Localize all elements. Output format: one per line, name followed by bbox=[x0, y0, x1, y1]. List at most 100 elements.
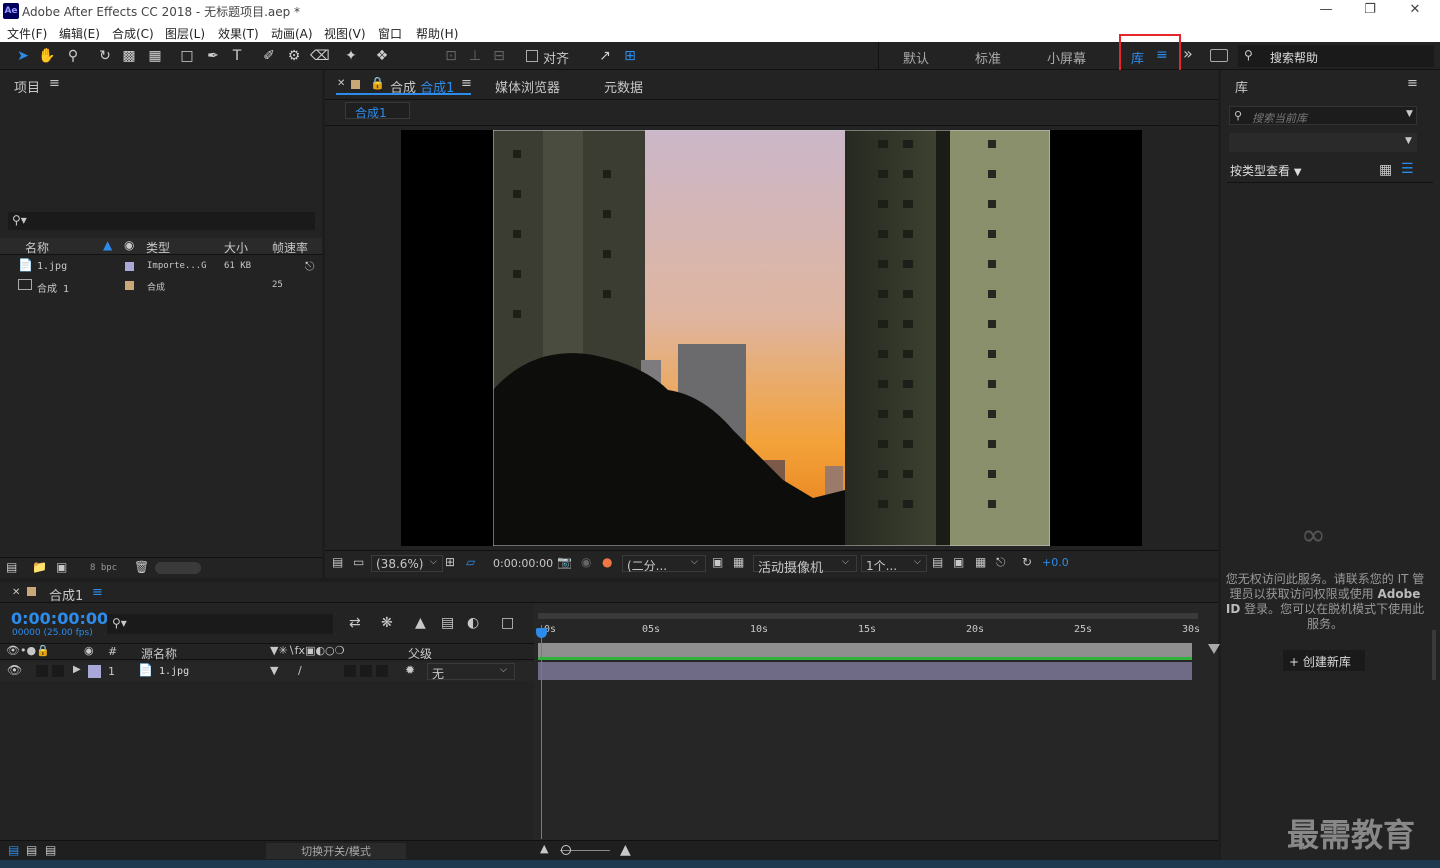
rectangle-tool-icon[interactable]: □ bbox=[178, 47, 196, 65]
comp-breadcrumb[interactable]: 合成1 bbox=[345, 102, 410, 120]
zoom-slider-thumb[interactable] bbox=[561, 845, 571, 855]
timeline-icon[interactable]: ▦ bbox=[975, 555, 986, 569]
panel-menu-icon[interactable]: ≡ bbox=[49, 76, 60, 91]
library-scrollbar[interactable] bbox=[1432, 630, 1436, 680]
col-parent[interactable]: 父级 bbox=[408, 645, 432, 662]
toggle-pixel-aspect-icon[interactable]: ▤ bbox=[932, 555, 943, 569]
thumbnail-slider[interactable] bbox=[155, 562, 201, 574]
3d-toggle[interactable] bbox=[376, 665, 388, 677]
help-search-input[interactable]: ⚲ 搜索帮助 bbox=[1238, 45, 1434, 67]
comp-viewer[interactable] bbox=[401, 130, 1142, 546]
menu-file[interactable]: 文件(F) bbox=[7, 25, 47, 42]
workspace-small-screen[interactable]: 小屏幕 bbox=[1047, 48, 1086, 67]
clone-stamp-tool-icon[interactable]: ⚙ bbox=[285, 47, 303, 65]
layer-label-color[interactable] bbox=[88, 665, 101, 678]
current-time-indicator[interactable] bbox=[541, 625, 542, 839]
mask-visibility-icon[interactable]: ▱ bbox=[466, 555, 475, 569]
snap-icon[interactable]: ↗ bbox=[596, 47, 614, 65]
sort-ascending-icon[interactable]: ▲ bbox=[103, 238, 112, 252]
menu-effect[interactable]: 效果(T) bbox=[218, 25, 259, 42]
puppet-pin-tool-icon[interactable]: ❖ bbox=[373, 47, 391, 65]
layer-row[interactable]: 👁 ▶ 1 📄 1.jpg ▼ ∕ ✹ 无 ⌵ bbox=[0, 662, 534, 681]
chevron-down-icon[interactable]: ▼ bbox=[1406, 109, 1413, 119]
grid-view-icon[interactable]: ▦ bbox=[1379, 162, 1392, 178]
tab-media-browser[interactable]: 媒体浏览器 bbox=[495, 77, 560, 96]
zoom-dropdown[interactable]: (38.6%) ⌵ bbox=[371, 555, 443, 572]
tab-metadata[interactable]: 元数据 bbox=[604, 77, 643, 96]
selection-tool-icon[interactable]: ➤ bbox=[14, 47, 32, 65]
monitor-icon[interactable]: ▭ bbox=[353, 555, 364, 569]
shy-layers-icon[interactable]: ▲ bbox=[415, 615, 426, 631]
exposure-value[interactable]: +0.0 bbox=[1042, 556, 1069, 569]
adjustment-toggle[interactable] bbox=[360, 665, 372, 677]
rotate-tool-icon[interactable]: ↻ bbox=[96, 47, 114, 65]
trash-icon[interactable]: 🗑 bbox=[134, 560, 149, 574]
camera-tool-icon[interactable]: ▩ bbox=[120, 47, 138, 65]
current-time[interactable]: 0:00:00:00 bbox=[493, 557, 553, 570]
col-type[interactable]: 类型 bbox=[146, 239, 170, 256]
workspace-menu-icon[interactable]: ≡ bbox=[1156, 47, 1168, 63]
interpret-footage-icon[interactable]: ▤ bbox=[6, 560, 17, 574]
col-name[interactable]: 名称 bbox=[25, 239, 49, 256]
flowchart-icon[interactable]: ⎋ bbox=[305, 259, 315, 274]
close-tab-icon[interactable]: ✕ bbox=[337, 78, 345, 89]
expand-arrow-icon[interactable]: ▶ bbox=[73, 664, 81, 675]
region-of-interest-icon[interactable]: ▣ bbox=[712, 555, 723, 569]
text-tool-icon[interactable]: T bbox=[228, 47, 246, 65]
brush-tool-icon[interactable]: ✐ bbox=[260, 47, 278, 65]
label-color[interactable] bbox=[125, 281, 134, 290]
workspace-standard[interactable]: 标准 bbox=[975, 48, 1001, 67]
time-stretch-icon[interactable]: ▤ bbox=[45, 843, 56, 857]
roto-brush-tool-icon[interactable]: ✦ bbox=[342, 47, 360, 65]
motion-blur-toggle[interactable] bbox=[344, 665, 356, 677]
library-search-input[interactable]: ⚲ 搜索当前库 ▼ bbox=[1229, 106, 1417, 125]
view-axis-icon[interactable]: ⊟ bbox=[490, 47, 508, 65]
zoom-out-icon[interactable]: ▲ bbox=[540, 842, 548, 855]
menu-help[interactable]: 帮助(H) bbox=[416, 25, 458, 42]
reset-exposure-icon[interactable]: ↻ bbox=[1022, 555, 1032, 569]
toggle-switches-modes[interactable]: 切换开关/模式 bbox=[266, 843, 406, 859]
menu-animation[interactable]: 动画(A) bbox=[271, 25, 313, 42]
project-row[interactable]: 合成 1 合成 25 bbox=[0, 277, 322, 295]
menu-view[interactable]: 视图(V) bbox=[324, 25, 366, 42]
audio-toggle[interactable] bbox=[36, 665, 48, 677]
menu-layer[interactable]: 图层(L) bbox=[165, 25, 205, 42]
new-folder-icon[interactable]: 📁 bbox=[32, 560, 47, 574]
always-preview-icon[interactable]: ▤ bbox=[332, 555, 343, 569]
col-size[interactable]: 大小 bbox=[224, 239, 248, 256]
bit-depth-button[interactable]: 8 bpc bbox=[90, 563, 117, 573]
parent-dropdown[interactable]: 无 ⌵ bbox=[427, 663, 515, 681]
project-row[interactable]: 📄 1.jpg Importe...G 61 KB ⎋ bbox=[0, 258, 322, 276]
comp-marker-icon[interactable] bbox=[1208, 644, 1220, 654]
list-view-icon[interactable]: ☰ bbox=[1401, 161, 1414, 177]
shy-switch-icon[interactable]: ▼ bbox=[270, 664, 278, 677]
pan-behind-tool-icon[interactable]: ▦ bbox=[146, 47, 164, 65]
panel-menu-icon[interactable]: ≡ bbox=[1407, 76, 1418, 91]
draft-3d-icon[interactable]: ❋ bbox=[381, 615, 393, 631]
align-checkbox[interactable] bbox=[526, 50, 538, 62]
local-axis-icon[interactable]: ⊡ bbox=[442, 47, 460, 65]
close-tab-icon[interactable]: ✕ bbox=[12, 587, 20, 598]
label-color[interactable] bbox=[125, 262, 134, 271]
timeline-search-input[interactable]: ⚲▾ bbox=[107, 614, 333, 634]
safe-margins-icon[interactable]: ⊞ bbox=[445, 555, 455, 569]
more-workspaces-icon[interactable]: » bbox=[1183, 44, 1193, 63]
comp-flowchart-icon[interactable]: ⇄ bbox=[349, 615, 361, 631]
workspace-default[interactable]: 默认 bbox=[903, 48, 929, 67]
col-source-name[interactable]: 源名称 bbox=[141, 645, 177, 662]
resolution-dropdown[interactable]: (二分... ⌵ bbox=[622, 555, 706, 573]
motion-blur-icon[interactable]: ◐ bbox=[467, 615, 479, 631]
panel-menu-icon[interactable]: ≡ bbox=[461, 76, 472, 91]
quality-switch-icon[interactable]: ∕ bbox=[298, 664, 302, 677]
pick-whip-icon[interactable]: ✹ bbox=[405, 663, 415, 677]
snap-grid-icon[interactable]: ⊞ bbox=[621, 47, 639, 65]
timeline-graph[interactable]: 0s 05s 10s 15s 20s 25s 30s bbox=[534, 603, 1220, 840]
lock-toggle[interactable] bbox=[52, 665, 64, 677]
zoom-in-icon[interactable]: ▲ bbox=[620, 842, 631, 858]
visibility-eye-icon[interactable]: 👁 bbox=[7, 663, 22, 677]
time-ruler[interactable]: 0s 05s 10s 15s 20s 25s 30s bbox=[540, 622, 1200, 642]
modes-icon[interactable]: ▤ bbox=[26, 843, 37, 857]
show-snapshot-icon[interactable]: ◉ bbox=[581, 555, 591, 569]
world-axis-icon[interactable]: ⊥ bbox=[466, 47, 484, 65]
comp-duration-bar[interactable] bbox=[538, 643, 1192, 657]
